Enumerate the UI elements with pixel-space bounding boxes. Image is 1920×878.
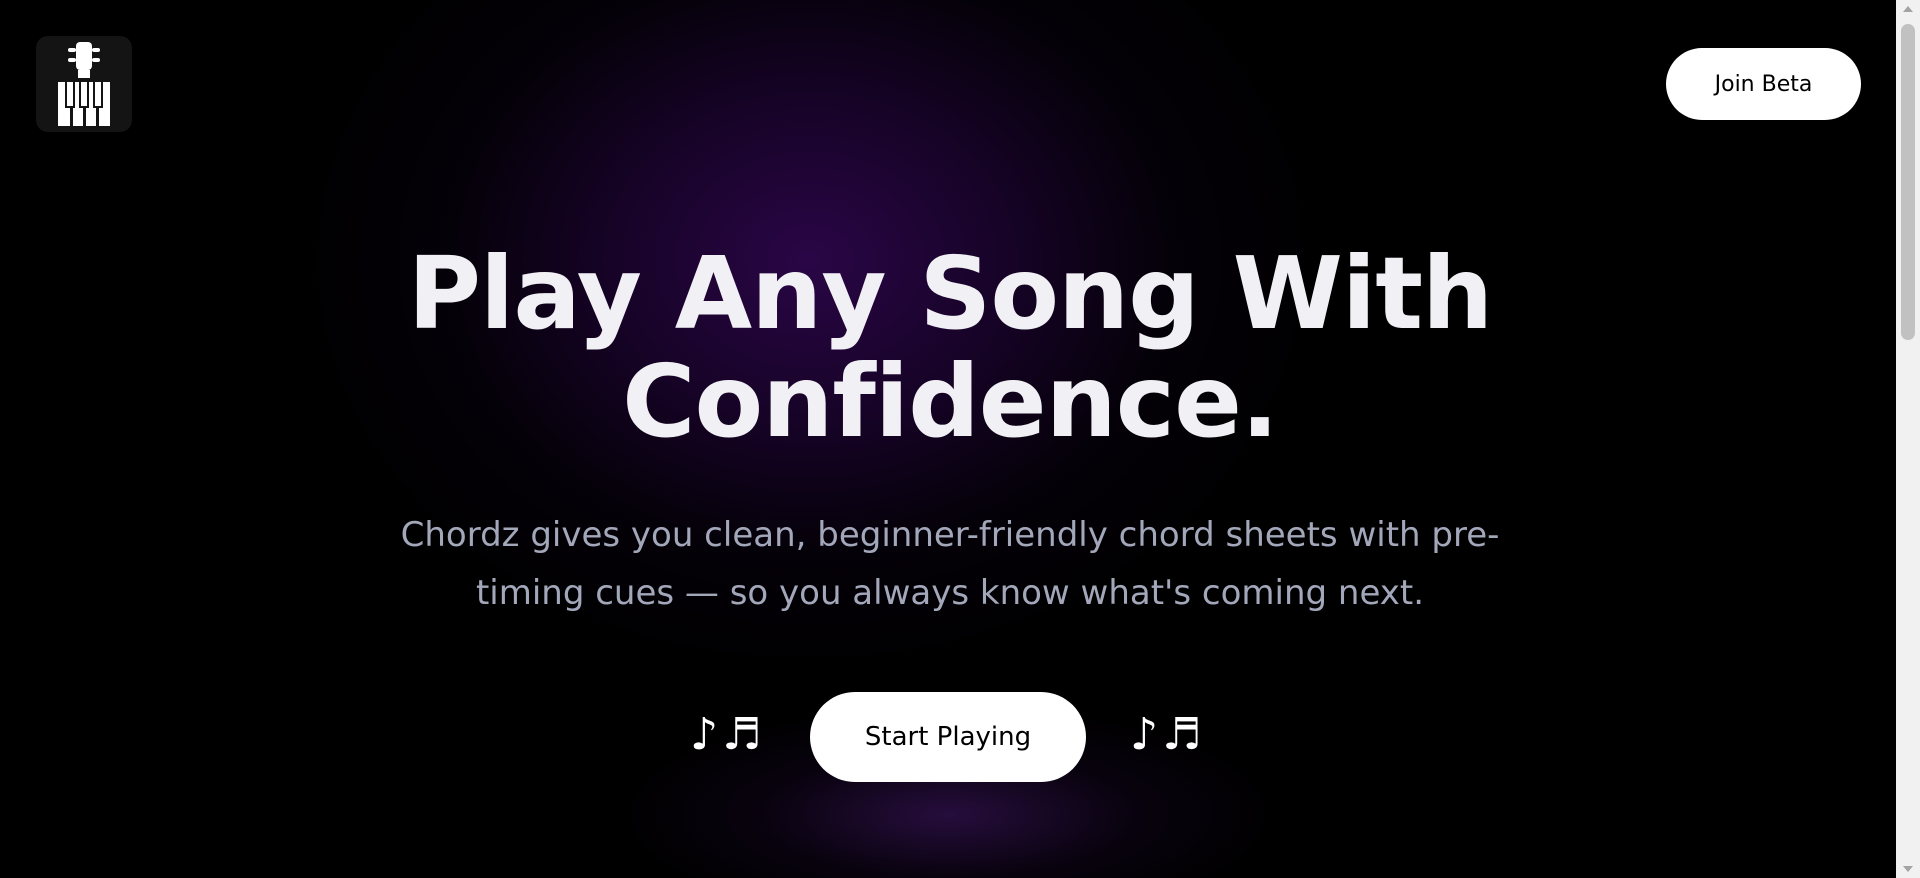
cta-row: ♪♬ Start Playing ♪♬ [0,692,1896,784]
scrollbar-thumb[interactable] [1901,24,1915,340]
hero-headline: Play Any Song With Confidence. [280,240,1620,456]
scroll-up-arrow-icon[interactable] [1903,6,1913,12]
guitar-piano-logo-icon [58,42,110,126]
vertical-scrollbar[interactable] [1896,0,1920,878]
music-notes-icon-left: ♪♬ [690,709,766,760]
app-logo[interactable] [36,36,132,132]
headline-line-1: Play Any Song With [407,235,1493,352]
join-beta-button[interactable]: Join Beta [1666,48,1861,120]
landing-page: Join Beta Play Any Song With Confidence.… [0,0,1920,878]
scroll-down-arrow-icon[interactable] [1903,866,1913,872]
start-playing-button[interactable]: Start Playing [810,692,1086,782]
music-notes-icon-right: ♪♬ [1130,709,1206,760]
headline-line-2: Confidence. [622,343,1279,460]
subtitle-line-2: timing cues — so you always know what's … [475,573,1425,613]
hero-subtitle: Chordz gives you clean, beginner-friendl… [360,506,1540,622]
subtitle-line-1: Chordz gives you clean, beginner-friendl… [400,515,1500,555]
